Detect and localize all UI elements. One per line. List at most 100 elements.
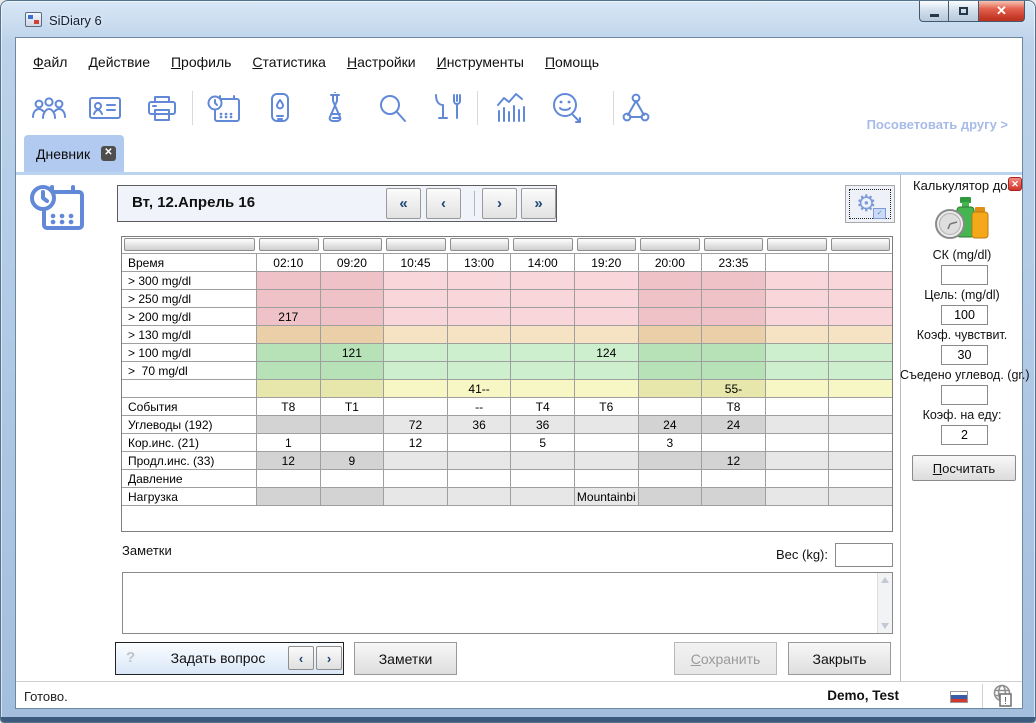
diary-cell[interactable] (639, 326, 703, 343)
diary-cell[interactable] (766, 272, 830, 289)
diary-cell[interactable] (448, 470, 512, 487)
column-header-button[interactable] (513, 238, 573, 251)
diary-cell[interactable] (448, 362, 512, 379)
diary-cell[interactable] (511, 380, 575, 397)
diary-cell[interactable] (257, 326, 321, 343)
diary-cell[interactable] (257, 272, 321, 289)
ask-next-button[interactable]: › (316, 646, 342, 670)
diary-cell[interactable]: -- (448, 398, 512, 415)
statistics-icon[interactable] (492, 88, 532, 128)
diary-cell[interactable] (829, 398, 892, 415)
diary-cell[interactable] (575, 470, 639, 487)
diary-cell[interactable] (257, 470, 321, 487)
diary-cell[interactable] (702, 488, 766, 505)
diary-cell[interactable] (702, 344, 766, 361)
diary-cell[interactable]: 9 (321, 452, 385, 469)
diary-cell[interactable] (384, 272, 448, 289)
next-day-button[interactable]: › (482, 188, 517, 219)
contact-card-icon[interactable] (85, 88, 125, 128)
diary-cell[interactable] (448, 272, 512, 289)
glucose-meter-icon[interactable] (260, 88, 300, 128)
diary-cell[interactable] (257, 488, 321, 505)
diary-cell[interactable] (384, 452, 448, 469)
diary-cell[interactable] (639, 452, 703, 469)
close-button[interactable]: Закрыть (788, 642, 891, 675)
diary-cell[interactable]: 24 (639, 416, 703, 433)
diary-cell[interactable] (575, 326, 639, 343)
column-header-button[interactable] (450, 238, 510, 251)
diary-cell[interactable] (766, 308, 830, 325)
diary-cell[interactable] (702, 272, 766, 289)
column-header-button[interactable] (640, 238, 700, 251)
diary-cell[interactable] (321, 272, 385, 289)
diary-cell[interactable] (575, 416, 639, 433)
scroll-up-icon[interactable] (881, 577, 889, 583)
diary-cell[interactable]: T8 (702, 398, 766, 415)
calc-input-bg[interactable] (941, 265, 988, 285)
diary-cell[interactable]: T6 (575, 398, 639, 415)
diary-cell[interactable] (321, 416, 385, 433)
diary-cell[interactable] (639, 290, 703, 307)
diary-cell[interactable] (639, 398, 703, 415)
first-day-button[interactable]: « (386, 188, 421, 219)
diary-cell[interactable]: 55- (702, 380, 766, 397)
menu-item-tools[interactable]: Инструменты (430, 50, 531, 74)
diary-cell[interactable] (257, 380, 321, 397)
save-button[interactable]: Сохранить (674, 642, 777, 675)
diary-cell[interactable] (448, 344, 512, 361)
diary-cell[interactable] (321, 290, 385, 307)
diary-cell[interactable]: 121 (321, 344, 385, 361)
diary-cell[interactable] (257, 344, 321, 361)
diary-cell[interactable] (257, 416, 321, 433)
time-header-cell[interactable] (829, 254, 892, 271)
tab-close-icon[interactable]: ✕ (101, 146, 116, 161)
column-header-button[interactable] (386, 238, 446, 251)
diary-cell[interactable] (766, 380, 830, 397)
flask-icon[interactable] (315, 88, 355, 128)
diary-cell[interactable] (766, 416, 830, 433)
diary-cell[interactable] (766, 362, 830, 379)
diary-cell[interactable] (575, 272, 639, 289)
diary-cell[interactable] (829, 470, 892, 487)
tab-diary[interactable]: Дневник ✕ (24, 135, 124, 172)
diary-cell[interactable] (766, 488, 830, 505)
time-header-cell[interactable]: 10:45 (384, 254, 448, 271)
diary-cell[interactable] (511, 470, 575, 487)
diary-cell[interactable] (384, 380, 448, 397)
diary-cell[interactable]: Mountainbi (575, 488, 639, 505)
diary-cell[interactable] (639, 470, 703, 487)
scroll-down-icon[interactable] (881, 623, 889, 629)
diary-cell[interactable] (511, 344, 575, 361)
diary-cell[interactable] (575, 380, 639, 397)
diary-settings-button[interactable]: ⚙✓ (845, 185, 895, 223)
diary-cell[interactable] (702, 326, 766, 343)
diary-cell[interactable] (702, 434, 766, 451)
diary-cell[interactable] (639, 308, 703, 325)
menu-item-help[interactable]: Помощь (538, 50, 606, 74)
diary-cell[interactable] (766, 470, 830, 487)
compute-button[interactable]: Посчитать (912, 455, 1016, 481)
diary-cell[interactable] (575, 452, 639, 469)
diary-cell[interactable] (829, 308, 892, 325)
diary-cell[interactable] (321, 308, 385, 325)
menu-item-settings[interactable]: Настройки (340, 50, 423, 74)
column-header-button[interactable] (577, 238, 637, 251)
diary-cell[interactable] (257, 290, 321, 307)
diary-cell[interactable] (829, 272, 892, 289)
diary-cell[interactable] (702, 290, 766, 307)
wellbeing-smiley-icon[interactable] (547, 88, 587, 128)
diary-cell[interactable] (639, 362, 703, 379)
diary-cell[interactable]: 41-- (448, 380, 512, 397)
printer-icon[interactable] (142, 88, 182, 128)
menu-item-statistics[interactable]: Статистика (245, 50, 333, 74)
diary-cell[interactable] (384, 290, 448, 307)
time-header-cell[interactable]: 23:35 (702, 254, 766, 271)
diary-cell[interactable]: 36 (448, 416, 512, 433)
diary-cell[interactable] (829, 434, 892, 451)
diary-cell[interactable]: 5 (511, 434, 575, 451)
profiles-users-icon[interactable] (29, 88, 69, 128)
diary-cell[interactable] (829, 290, 892, 307)
diary-cell[interactable]: 12 (384, 434, 448, 451)
diary-cell[interactable] (511, 362, 575, 379)
diary-cell[interactable]: 3 (639, 434, 703, 451)
